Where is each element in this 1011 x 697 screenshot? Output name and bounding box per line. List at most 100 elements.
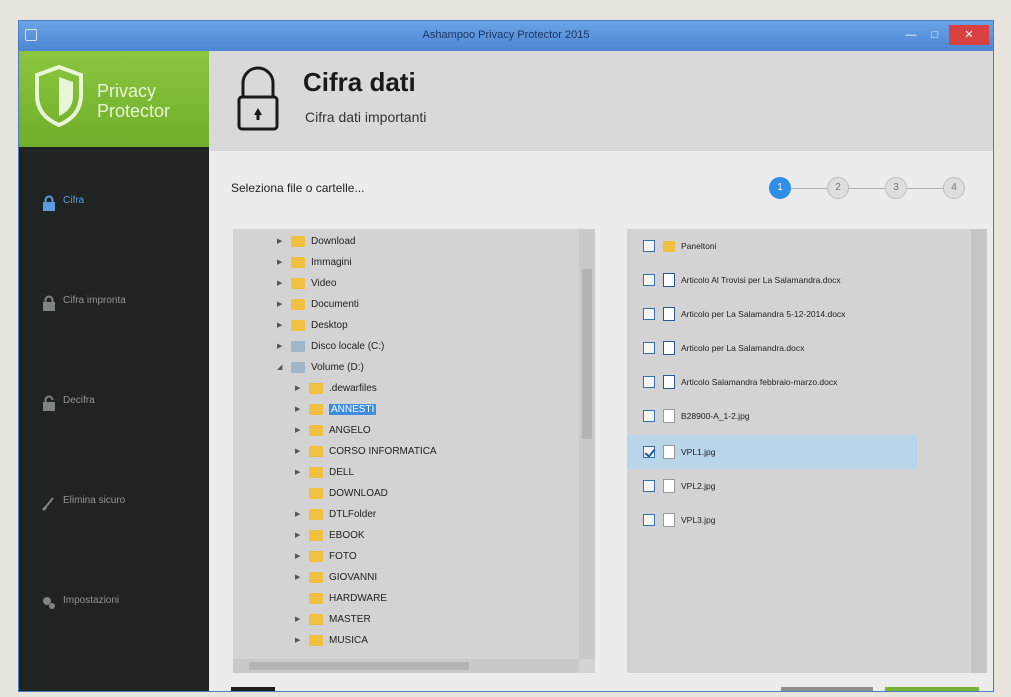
- sidebar-item-impostazioni[interactable]: Impostazioni: [19, 573, 209, 633]
- scrollbar-thumb[interactable]: [249, 662, 469, 670]
- settings-icon: [43, 597, 55, 609]
- folder-tree[interactable]: ▶ Download ▶ Immagini ▶ Video ▶ Documenti ▶ D…: [233, 229, 595, 673]
- tree-item[interactable]: ▶ Download: [233, 232, 573, 252]
- sidebar-item-cifra-impronta[interactable]: Cifra impronta: [19, 273, 209, 333]
- checkbox[interactable]: [643, 240, 655, 252]
- expand-arrow-icon[interactable]: ▶: [295, 405, 300, 413]
- list-item[interactable]: VPL1.jpg: [627, 435, 917, 469]
- tree-item[interactable]: ▶ Immagini: [233, 253, 573, 273]
- sidebar-item-elimina-sicuro[interactable]: Elimina sicuro: [19, 473, 209, 533]
- list-item[interactable]: Articolo Salamandra febbraio-marzo.docx: [627, 365, 917, 399]
- expand-arrow-icon[interactable]: ▶: [295, 426, 300, 434]
- list-item[interactable]: Articolo per La Salamandra 5-12-2014.doc…: [627, 297, 917, 331]
- tree-horizontal-scrollbar[interactable]: [233, 659, 579, 673]
- tree-item[interactable]: ▶ CORSO INFORMATICA: [233, 442, 573, 462]
- image-file-icon: [663, 479, 675, 493]
- app-window: Ashampoo Privacy Protector 2015 — □ ✕ Pr…: [18, 20, 994, 692]
- word-document-icon: [663, 341, 675, 355]
- title-bar[interactable]: Ashampoo Privacy Protector 2015 — □ ✕: [19, 21, 993, 51]
- file-name: Articolo per La Salamandra.docx: [681, 343, 805, 353]
- checkbox[interactable]: [643, 274, 655, 286]
- tree-item-label: Volume (D:): [311, 362, 364, 373]
- expand-arrow-icon[interactable]: ▶: [295, 531, 300, 539]
- tree-item[interactable]: ▶ MASTER: [233, 610, 573, 630]
- file-name: VPL3.jpg: [681, 515, 716, 525]
- folder-icon: [291, 320, 305, 331]
- lock-icon: [43, 295, 55, 311]
- expand-arrow-icon[interactable]: ▶: [277, 342, 282, 350]
- list-item[interactable]: Paneltoni: [627, 229, 917, 263]
- brand-line-2: Protector: [97, 101, 171, 121]
- instruction-text: Seleziona file o cartelle...: [231, 181, 365, 195]
- maximize-button[interactable]: □: [923, 25, 947, 45]
- tree-item[interactable]: ▶ MUSICA: [233, 631, 573, 651]
- minimize-button[interactable]: —: [899, 25, 923, 45]
- tree-item[interactable]: ◢ Volume (D:): [233, 358, 573, 378]
- list-item[interactable]: Articolo per La Salamandra.docx: [627, 331, 917, 365]
- checkbox[interactable]: [643, 446, 655, 458]
- tree-item[interactable]: ▶ DELL: [233, 463, 573, 483]
- tree-item[interactable]: ▶ DTLFolder: [233, 505, 573, 525]
- expand-arrow-icon[interactable]: ▶: [295, 636, 300, 644]
- tree-item-label: ANNESTI: [329, 404, 377, 415]
- file-list-scrollbar[interactable]: [971, 229, 987, 673]
- tree-item-label: .dewarfiles: [329, 383, 377, 394]
- checkbox[interactable]: [643, 410, 655, 422]
- file-name: VPL1.jpg: [681, 447, 716, 457]
- checkbox[interactable]: [643, 514, 655, 526]
- file-name: Paneltoni: [681, 241, 717, 251]
- step-2: 2: [827, 177, 849, 199]
- folder-icon: [291, 299, 305, 310]
- cancel-button[interactable]: [781, 687, 873, 691]
- logo: Privacy Protector: [19, 51, 209, 147]
- tree-item[interactable]: ▶ ANNESTI: [233, 400, 573, 420]
- tree-item[interactable]: ▶ EBOOK: [233, 526, 573, 546]
- close-button[interactable]: ✕: [949, 25, 989, 45]
- list-item[interactable]: B28900-A_1-2.jpg: [627, 399, 917, 433]
- next-button[interactable]: [885, 687, 979, 691]
- tree-item[interactable]: DOWNLOAD: [233, 484, 573, 504]
- expand-arrow-icon[interactable]: ▶: [295, 384, 300, 392]
- sidebar-item-decifra[interactable]: Decifra: [19, 373, 209, 433]
- list-item[interactable]: Articolo Al Trovisi per La Salamandra.do…: [627, 263, 917, 297]
- expand-arrow-icon[interactable]: ▶: [277, 258, 282, 266]
- tree-vertical-scrollbar[interactable]: [579, 229, 595, 659]
- tree-item-label: Download: [311, 236, 356, 247]
- expand-arrow-icon[interactable]: ▶: [295, 573, 300, 581]
- checkbox[interactable]: [643, 308, 655, 320]
- expand-arrow-icon[interactable]: ▶: [277, 300, 282, 308]
- scrollbar-thumb[interactable]: [582, 269, 592, 439]
- file-list[interactable]: Paneltoni Articolo Al Trovisi per La Sal…: [627, 229, 987, 673]
- expand-arrow-icon[interactable]: ▶: [295, 510, 300, 518]
- sidebar-item-cifra[interactable]: Cifra: [19, 173, 209, 233]
- main-content: Seleziona file o cartelle... 1 2 3 4 ▶ Do…: [209, 151, 993, 691]
- expand-arrow-icon[interactable]: ▶: [277, 279, 282, 287]
- expand-arrow-icon[interactable]: ▶: [277, 237, 282, 245]
- tree-item[interactable]: ▶ FOTO: [233, 547, 573, 567]
- step-1: 1: [769, 177, 791, 199]
- expand-arrow-icon[interactable]: ▶: [277, 321, 282, 329]
- back-button[interactable]: [231, 687, 275, 691]
- collapse-arrow-icon[interactable]: ◢: [277, 363, 282, 371]
- expand-arrow-icon[interactable]: ▶: [295, 447, 300, 455]
- tree-item[interactable]: ▶ GIOVANNI: [233, 568, 573, 588]
- tree-item[interactable]: ▶ Video: [233, 274, 573, 294]
- expand-arrow-icon[interactable]: ▶: [295, 552, 300, 560]
- tree-item[interactable]: ▶ Disco locale (C:): [233, 337, 573, 357]
- step-3: 3: [885, 177, 907, 199]
- tree-item[interactable]: ▶ Desktop: [233, 316, 573, 336]
- expand-arrow-icon[interactable]: ▶: [295, 468, 300, 476]
- tree-item[interactable]: ▶ .dewarfiles: [233, 379, 573, 399]
- folder-icon: [291, 257, 305, 268]
- checkbox[interactable]: [643, 376, 655, 388]
- list-item[interactable]: VPL2.jpg: [627, 469, 917, 503]
- expand-arrow-icon[interactable]: ▶: [295, 615, 300, 623]
- tree-item[interactable]: ▶ ANGELO: [233, 421, 573, 441]
- checkbox[interactable]: [643, 342, 655, 354]
- tree-item[interactable]: ▶ Documenti: [233, 295, 573, 315]
- checkbox[interactable]: [643, 480, 655, 492]
- tree-item-label: Desktop: [311, 320, 348, 331]
- list-item[interactable]: VPL3.jpg: [627, 503, 917, 537]
- tree-item-label: EBOOK: [329, 530, 365, 541]
- tree-item[interactable]: HARDWARE: [233, 589, 573, 609]
